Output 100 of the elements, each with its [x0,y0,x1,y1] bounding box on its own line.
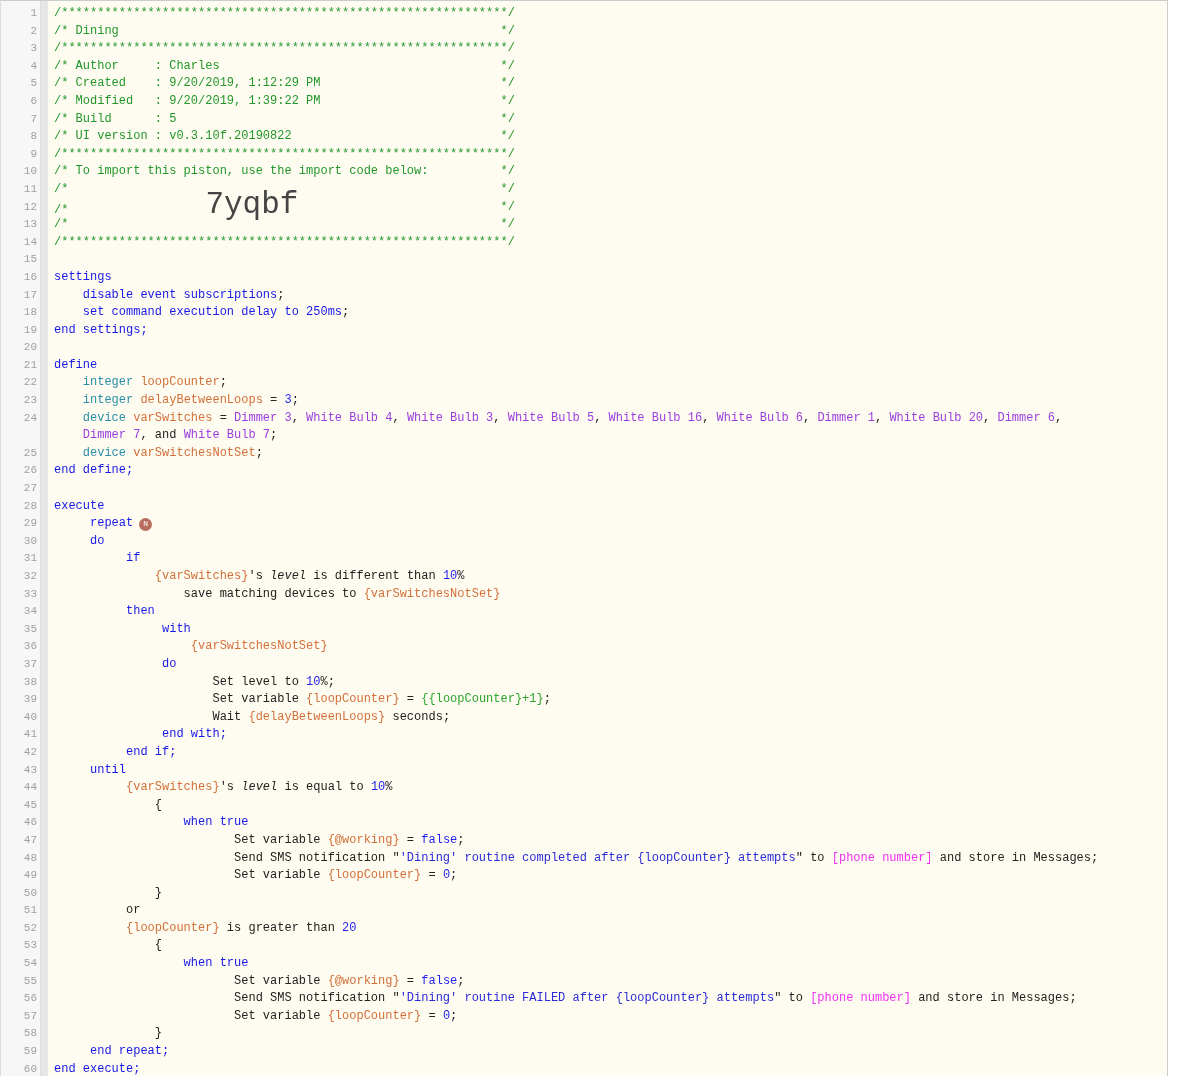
code-line: do [89,532,105,550]
line-number: 19 [22,322,37,338]
line-number: 23 [22,393,37,409]
code-line: end repeat; [89,1043,170,1061]
code-line: Dimmer 7, and White Bulb 7; [81,427,278,445]
line-number: 27 [22,481,37,497]
code-line: /* Build : 5 */ [54,110,515,128]
line-number: 13 [22,217,37,233]
code-line: /**************************************************************/ [54,40,515,58]
line-number: 10 [22,164,37,180]
line-number: 50 [22,885,37,901]
code-line: when true [182,955,249,973]
line-number: 11 [22,181,37,197]
code-line: /* To import this piston, use the import code below: */ [54,163,515,181]
line-number: 4 [29,58,37,74]
line-number: 31 [22,551,37,567]
line-number: 32 [22,569,37,584]
line-number: 45 [22,797,37,813]
code-line: Set level to 10%; [211,673,335,691]
line-number: 42 [22,744,37,760]
code-line: /* Dining */ [54,22,515,40]
code-line: Set variable {loopCounter} = 0; [233,1007,458,1025]
line-number: 40 [22,709,37,725]
line-number: 28 [22,498,37,514]
code-line: save matching devices to {varSwitchesNotSet} [182,585,501,603]
code-line: settings [54,268,112,286]
code-line: Set variable {loopCounter} = {{loopCounter}+1}; [211,691,551,709]
code-line: { [153,937,163,955]
code-line: with [161,620,191,638]
line-number: 58 [22,1026,37,1042]
line-number: 34 [22,604,37,620]
code-line: {varSwitches}'s level is different than 10% [153,568,465,585]
line-number: 49 [22,868,37,884]
code-line: /* Created : 9/20/2019, 1:12:29 PM */ [54,75,515,93]
line-number: 18 [22,305,37,321]
line-number: 8 [29,129,37,145]
line-number: 51 [22,903,37,919]
code-line: set command execution delay to 250ms; [81,304,350,322]
line-number: 30 [22,533,37,549]
code-line: {loopCounter} is greater than 20 [125,919,357,937]
line-number: 15 [22,252,37,268]
code-line: /**************************************************************/ [54,5,515,22]
code-line: disable event subscriptions; [81,286,285,304]
line-number: 56 [22,991,37,1007]
line-number: 24 [22,410,37,426]
badge: N [139,517,153,531]
line-number: 14 [22,234,37,250]
code-line: Set variable {@working} = false; [233,831,465,849]
line-number: 48 [22,850,37,866]
code-line: then [125,603,155,621]
code-line: Send SMS notification "'Dining' routine FAILED after {loopCounter} attempts" to [phone number] and store in Messages; [233,990,1077,1008]
code-line: or [125,902,141,920]
code-line: Set variable {loopCounter} = 0; [233,867,458,885]
line-number: 37 [22,656,37,672]
code-line: { [153,796,163,814]
code-line: /**************************************************************/ [54,233,515,251]
code-line: } [153,884,163,902]
code-line: device varSwitches = Dimmer 3, White Bulb 4, White Bulb 3, White Bulb 5, White Bulb 16, White Bulb 6, Dimmer 1, White Bulb 20, Dimmer 6, [81,409,1063,427]
code-line: end settings; [54,321,148,339]
line-number: 6 [29,93,37,109]
line-number: 53 [22,938,37,954]
code-line: execute [54,497,105,515]
code-line: end execute; [54,1060,141,1076]
line-number: 9 [29,146,37,162]
code-line: when true [182,814,249,832]
line-number: 20 [22,340,37,356]
code-line: define [54,356,98,374]
code-line: } [153,1025,163,1043]
line-number: 1 [29,6,37,21]
line-number: 39 [22,692,37,708]
code-line: end define; [54,462,134,480]
line-number: 22 [22,375,37,391]
code-line: Set variable {@working} = false; [233,972,465,990]
line-number: 5 [29,76,37,92]
line-number: 16 [22,269,37,285]
code-line: Wait {delayBetweenLoops} seconds; [211,708,451,726]
code-line: end with; [161,726,227,744]
line-number: 7 [29,111,37,127]
comment-text: /* [54,202,69,217]
code-line: {varSwitches}'s level is equal to 10% [125,779,393,797]
line-number: 46 [22,815,37,831]
line-number: 41 [22,727,37,743]
line-number: 60 [22,1061,37,1076]
code-line: Send SMS notification "'Dining' routine completed after {loopCounter} attempts" to [phone number] and store in Messages; [233,849,1099,867]
line-number: 2 [29,23,37,39]
code-line: do [161,655,177,673]
keyword: repeat [89,515,134,533]
code-line: device varSwitchesNotSet; [81,444,263,462]
line-number: 35 [22,621,37,637]
line-number: 29 [22,516,37,532]
code-line: integer delayBetweenLoops = 3; [81,392,299,410]
line-number: 36 [22,639,37,655]
code-line: until [89,761,126,779]
line-number: 38 [22,674,37,690]
line-number: 47 [22,832,37,848]
line-number: 25 [22,445,37,461]
code-line: {varSwitchesNotSet} [189,638,328,656]
line-number: 21 [22,357,37,373]
line-number: 12 [22,199,37,215]
line-number: 55 [22,973,37,989]
